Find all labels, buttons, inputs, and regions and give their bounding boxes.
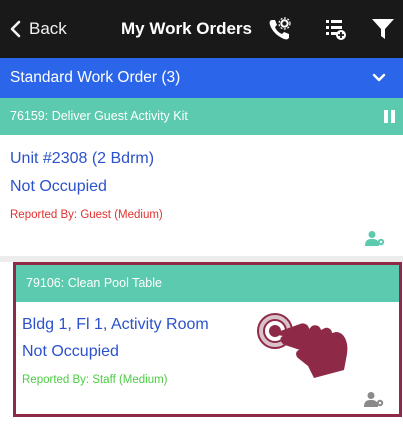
filter-icon[interactable] [370, 16, 396, 42]
phone-settings-icon[interactable] [267, 16, 293, 42]
chevron-left-icon [10, 20, 21, 38]
work-order-group-header[interactable]: Standard Work Order (3) [0, 58, 403, 98]
chevron-down-icon[interactable] [372, 71, 386, 85]
work-order-occupancy: Not Occupied [10, 178, 107, 195]
work-order-header: 76159: Deliver Guest Activity Kit [0, 98, 403, 135]
work-order-location: Unit #2308 (2 Bdrm) [10, 150, 155, 167]
work-order-occupancy: Not Occupied [22, 343, 119, 360]
work-order-reported-by: Reported By: Staff (Medium) [22, 374, 168, 386]
tap-gesture-icon [257, 313, 348, 378]
back-button[interactable]: Back [9, 0, 67, 58]
work-order-header: 79106: Clean Pool Table [16, 265, 399, 302]
work-order-location: Bldg 1, Fl 1, Activity Room [22, 316, 209, 333]
work-order-reported-by: Reported By: Guest (Medium) [10, 209, 163, 221]
top-nav-bar: Back My Work Orders [0, 0, 403, 58]
page-title: My Work Orders [121, 19, 253, 38]
work-order-card[interactable]: 76159: Deliver Guest Activity Kit Unit #… [0, 98, 403, 256]
person-settings-icon[interactable] [365, 230, 385, 246]
person-settings-icon[interactable] [364, 391, 384, 407]
back-label: Back [29, 19, 67, 38]
pause-icon[interactable] [384, 110, 396, 123]
work-order-title: 79106: Clean Pool Table [26, 276, 162, 290]
list-add-icon[interactable] [322, 16, 348, 42]
work-order-title: 76159: Deliver Guest Activity Kit [10, 109, 188, 123]
group-label: Standard Work Order (3) [10, 69, 181, 86]
